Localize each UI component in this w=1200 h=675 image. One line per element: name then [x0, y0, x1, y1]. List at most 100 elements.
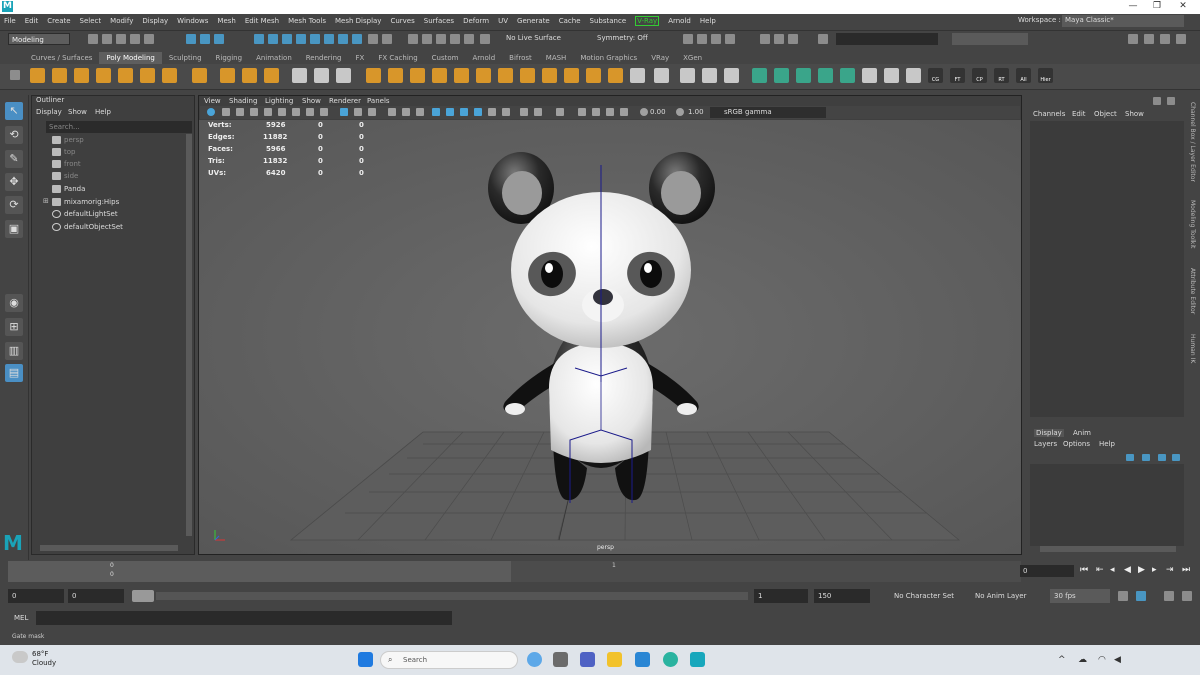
- menuset-select[interactable]: Modeling: [8, 33, 70, 45]
- workspace-select[interactable]: Maya Classic*: [1062, 15, 1184, 27]
- menu-generate[interactable]: Generate: [517, 17, 550, 25]
- ipr-render-icon[interactable]: [422, 34, 432, 44]
- poly-disc-icon[interactable]: [162, 68, 177, 83]
- outliner-hscrollbar[interactable]: [40, 545, 178, 551]
- sweep-mesh-icon[interactable]: [292, 68, 307, 83]
- playback-start-field[interactable]: 0: [68, 589, 124, 603]
- tab-motion-graphics[interactable]: Motion Graphics: [573, 52, 644, 64]
- snap-edge-icon[interactable]: [338, 34, 348, 44]
- tab-anim-layers[interactable]: Anim: [1073, 429, 1091, 437]
- lights-icon[interactable]: [402, 108, 410, 116]
- textured-icon[interactable]: [388, 108, 396, 116]
- append-icon[interactable]: [542, 68, 557, 83]
- move-tool-icon[interactable]: ✥: [5, 173, 23, 191]
- tab-fx-caching[interactable]: FX Caching: [371, 52, 424, 64]
- gamma-dial-icon[interactable]: [676, 108, 684, 116]
- outliner-menu-display[interactable]: Display: [36, 108, 62, 116]
- ambient-occlusion-icon[interactable]: [488, 108, 496, 116]
- menu-help[interactable]: Help: [700, 17, 716, 25]
- bevel-icon[interactable]: [476, 68, 491, 83]
- magnet-icon[interactable]: [480, 34, 490, 44]
- cut-uv-icon[interactable]: [906, 68, 921, 83]
- menu-create[interactable]: Create: [47, 17, 70, 25]
- wifi-icon[interactable]: ◠: [1098, 655, 1106, 665]
- task-view-icon[interactable]: [553, 652, 568, 667]
- copilot-icon[interactable]: [527, 652, 542, 667]
- merge-icon[interactable]: [564, 68, 579, 83]
- layer-menu-layers[interactable]: Layers: [1034, 440, 1057, 448]
- start-menu-icon[interactable]: [358, 652, 373, 667]
- tab-xgen[interactable]: XGen: [676, 52, 709, 64]
- tab-mash[interactable]: MASH: [539, 52, 574, 64]
- outliner-menu-show[interactable]: Show: [68, 108, 87, 116]
- bridge-edge-icon[interactable]: [520, 68, 535, 83]
- edge-icon[interactable]: [663, 652, 678, 667]
- menu-mesh-tools[interactable]: Mesh Tools: [288, 17, 326, 25]
- snap-face-icon[interactable]: [352, 34, 362, 44]
- cloud-sync-icon[interactable]: ☁: [1078, 655, 1087, 665]
- channel-menu-edit[interactable]: Edit: [1072, 110, 1086, 118]
- select-camera-icon[interactable]: [207, 108, 215, 116]
- isolate-icon[interactable]: [725, 34, 735, 44]
- motion-blur-icon[interactable]: [502, 108, 510, 116]
- viewport-menu-renderer[interactable]: Renderer: [329, 97, 361, 105]
- name-field[interactable]: [836, 33, 938, 45]
- resolution-gate-icon[interactable]: [292, 108, 300, 116]
- tab-arnold[interactable]: Arnold: [466, 52, 503, 64]
- extrude-icon[interactable]: [432, 68, 447, 83]
- chevron-up-icon[interactable]: ^: [1058, 655, 1066, 665]
- smooth-shade-icon[interactable]: [354, 108, 362, 116]
- outliner-menu-help[interactable]: Help: [95, 108, 111, 116]
- viewport-menu-panels[interactable]: Panels: [367, 97, 390, 105]
- default-material-icon[interactable]: [368, 108, 376, 116]
- tab-sculpting[interactable]: Sculpting: [162, 52, 209, 64]
- layer-move-up-icon[interactable]: [1126, 454, 1134, 461]
- svg-icon[interactable]: [264, 68, 279, 83]
- outliner-search-input[interactable]: Search...: [46, 121, 192, 133]
- hypershade-icon[interactable]: [450, 34, 460, 44]
- scale-tool-icon[interactable]: ▣: [5, 220, 23, 238]
- tab-custom[interactable]: Custom: [425, 52, 466, 64]
- tab-animation[interactable]: Animation: [249, 52, 299, 64]
- outliner-vscrollbar[interactable]: [186, 134, 192, 536]
- four-view-icon[interactable]: ⊞: [5, 318, 23, 336]
- lock-icon[interactable]: [368, 34, 378, 44]
- minimize-button[interactable]: —: [1122, 0, 1144, 14]
- scene-start-field[interactable]: 0: [8, 589, 64, 603]
- playback-end-field[interactable]: 150: [814, 589, 870, 603]
- checker-icon[interactable]: [862, 68, 877, 83]
- viewport-menu-show[interactable]: Show: [302, 97, 321, 105]
- menu-vray[interactable]: V-Ray: [635, 16, 660, 26]
- menu-select[interactable]: Select: [80, 17, 102, 25]
- uv-cylindrical-icon[interactable]: [774, 68, 789, 83]
- expand-icon[interactable]: ⊞: [43, 197, 49, 205]
- menu-cache[interactable]: Cache: [559, 17, 581, 25]
- triangulate-icon[interactable]: [630, 68, 645, 83]
- menu-substance[interactable]: Substance: [590, 17, 627, 25]
- snap-curve-icon[interactable]: [268, 34, 278, 44]
- xray-icon[interactable]: [446, 108, 454, 116]
- menu-edit[interactable]: Edit: [25, 17, 39, 25]
- search-field[interactable]: [952, 33, 1028, 45]
- symmetry-select[interactable]: Symmetry: Off: [597, 34, 648, 42]
- tab-poly-modeling[interactable]: Poly Modeling: [99, 52, 162, 64]
- paint-select-icon[interactable]: ✎: [5, 150, 23, 168]
- channel-box-close-icon[interactable]: [1167, 97, 1175, 105]
- separate-icon[interactable]: [336, 68, 351, 83]
- outliner-item-side[interactable]: side: [52, 172, 78, 180]
- select-component-icon[interactable]: [214, 34, 224, 44]
- hud-icon[interactable]: [592, 108, 600, 116]
- teams-icon[interactable]: [580, 652, 595, 667]
- target-weld-icon[interactable]: [702, 68, 717, 83]
- render-icon[interactable]: [408, 34, 418, 44]
- pause-icon[interactable]: [774, 34, 784, 44]
- character-set-select[interactable]: No Character Set: [894, 592, 954, 600]
- type-text-icon[interactable]: [242, 68, 257, 83]
- close-button[interactable]: ✕: [1172, 0, 1194, 14]
- tab-display-layers[interactable]: Display: [1034, 429, 1064, 437]
- volume-icon[interactable]: ◀: [1114, 655, 1121, 665]
- outliner-item-front[interactable]: front: [52, 160, 81, 168]
- open-scene-icon[interactable]: [102, 34, 112, 44]
- live-surface-field[interactable]: No Live Surface: [506, 34, 561, 42]
- smooth-icon[interactable]: [366, 68, 381, 83]
